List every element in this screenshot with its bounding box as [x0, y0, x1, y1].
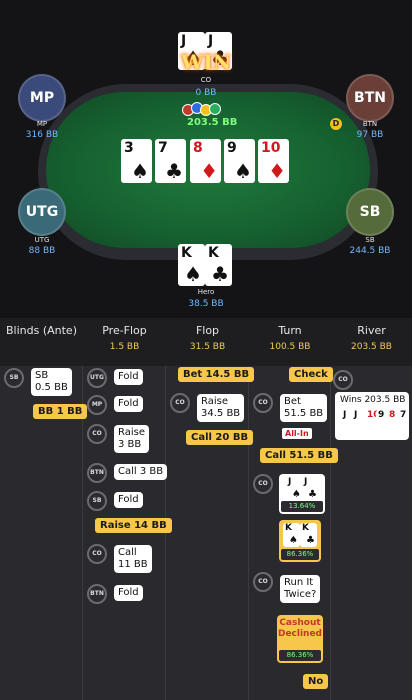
- header-title: River: [357, 324, 386, 337]
- btn-seat-stack: 97 BB: [356, 130, 384, 140]
- winner-card: 7: [398, 410, 407, 426]
- winner-card: 8: [387, 410, 398, 426]
- hero-action-tag: Check: [289, 367, 333, 382]
- header-pot: 203.5 BB: [351, 342, 392, 352]
- sb-seat-label: SB: [365, 236, 375, 244]
- header-preflop: Pre-Flop 1.5 BB: [83, 318, 166, 366]
- player-chip-co: CO: [87, 424, 107, 444]
- poker-table-area: J ♠ J ♣ WIN CO 0 BB 203.5 BB MP MP 316 B…: [0, 0, 412, 318]
- action-bubble: Raise 3 BB: [114, 425, 149, 453]
- run-it-twice-prompt: Run It Twice?: [280, 575, 321, 603]
- hero-action-tag: BB 1 BB: [33, 404, 88, 419]
- board-card-3: 8 ♦: [190, 139, 221, 183]
- player-chip-sb: SB: [87, 491, 107, 511]
- hero-equity-box: K ♠ K ♣ 86.36%: [279, 520, 321, 562]
- winner-box: Wins 203.5 BB J J 10 9 8 7: [335, 392, 409, 440]
- board-card-5: 10 ♦: [258, 139, 289, 183]
- hero-action-tag: Call 20 BB: [186, 430, 254, 445]
- action-bubble: SB 0.5 BB: [31, 368, 72, 396]
- co-seat-label: CO: [200, 76, 212, 84]
- seat-mp[interactable]: MP: [18, 74, 66, 122]
- hero-card-1: K ♠: [178, 244, 205, 286]
- player-chip-sb: SB: [4, 368, 24, 388]
- player-chip-btn: BTN: [87, 584, 107, 604]
- equity-card: J ♣: [302, 477, 319, 501]
- equity-card: K ♠: [283, 523, 300, 547]
- win-badge: WIN: [180, 50, 232, 74]
- seat-btn[interactable]: BTN: [346, 74, 394, 122]
- action-bubble: Fold: [114, 585, 143, 601]
- header-title: Turn: [278, 324, 302, 337]
- player-chip-co: CO: [253, 572, 273, 592]
- header-flop: Flop 31.5 BB: [166, 318, 249, 366]
- action-bubble: Fold: [114, 369, 143, 385]
- board-card-2: 7 ♣: [155, 139, 186, 183]
- hero-action-tag: Raise 14 BB: [95, 518, 172, 533]
- mp-seat-stack: 316 BB: [25, 130, 59, 140]
- mp-seat-label: MP: [36, 120, 48, 128]
- action-bubble: Call 11 BB: [114, 545, 152, 573]
- utg-seat-label: UTG: [34, 236, 50, 244]
- player-chip-co: CO: [253, 474, 273, 494]
- hero-action-tag: Call 51.5 BB: [260, 448, 338, 463]
- header-title: Blinds (Ante): [5, 324, 77, 337]
- player-chip-co: CO: [253, 393, 273, 413]
- winner-card: 10: [365, 410, 380, 426]
- player-chip-utg: UTG: [87, 368, 107, 388]
- hero-action-tag: Bet 14.5 BB: [178, 367, 255, 382]
- hero-card-2: K ♣: [205, 244, 232, 286]
- header-river: River 203.5 BB: [331, 318, 412, 366]
- player-chip-co: CO: [87, 544, 107, 564]
- header-blinds: Blinds (Ante): [0, 318, 83, 366]
- co-equity-box: J ♠ J ♣ 13.64%: [279, 474, 325, 514]
- action-bubble: Fold: [114, 396, 143, 412]
- equity-value: 86.36%: [279, 650, 321, 661]
- chip-stack-icon: [182, 102, 222, 116]
- header-pot: 31.5 BB: [189, 342, 226, 352]
- co-seat-stack: 0 BB: [195, 88, 217, 98]
- player-chip-btn: BTN: [87, 463, 107, 483]
- player-chip-co: CO: [333, 370, 353, 390]
- header-title: Pre-Flop: [102, 324, 147, 337]
- seat-utg[interactable]: UTG: [18, 188, 66, 236]
- utg-seat-stack: 88 BB: [28, 246, 56, 256]
- player-chip-mp: MP: [87, 395, 107, 415]
- hero-seat-stack: 38.5 BB: [188, 299, 224, 309]
- seat-sb[interactable]: SB: [346, 188, 394, 236]
- action-bubble: Bet 51.5 BB: [280, 394, 328, 422]
- winner-label: Wins 203.5 BB: [340, 395, 406, 405]
- hero-seat-label: Hero: [197, 288, 215, 296]
- header-pot: 100.5 BB: [269, 342, 311, 352]
- player-chip-co: CO: [170, 393, 190, 413]
- equity-card: K ♣: [300, 523, 317, 547]
- winner-card: 9: [376, 410, 387, 426]
- winner-card: J: [352, 410, 363, 426]
- all-in-badge: All-In: [282, 428, 312, 439]
- cashout-declined-box: Cashout Declined 86.36%: [277, 615, 323, 663]
- equity-value: 13.64%: [281, 501, 323, 512]
- hero-action-tag: No: [303, 674, 329, 689]
- header-turn: Turn 100.5 BB: [249, 318, 331, 366]
- sb-seat-stack: 244.5 BB: [349, 246, 391, 256]
- board-card-1: 3 ♠: [121, 139, 152, 183]
- equity-value: 86.36%: [281, 549, 319, 560]
- cashout-label: Cashout Declined: [277, 618, 323, 639]
- header-pot: 1.5 BB: [109, 342, 140, 352]
- action-bubble: Raise 34.5 BB: [197, 394, 245, 422]
- btn-seat-label: BTN: [362, 120, 378, 128]
- action-bubble: Fold: [114, 492, 143, 508]
- winner-card: J: [341, 410, 352, 426]
- action-bubble: Call 3 BB: [114, 464, 168, 480]
- header-title: Flop: [195, 324, 220, 337]
- board-card-4: 9 ♠: [224, 139, 255, 183]
- table-pot: 203.5 BB: [187, 117, 238, 128]
- equity-card: J ♠: [286, 477, 303, 501]
